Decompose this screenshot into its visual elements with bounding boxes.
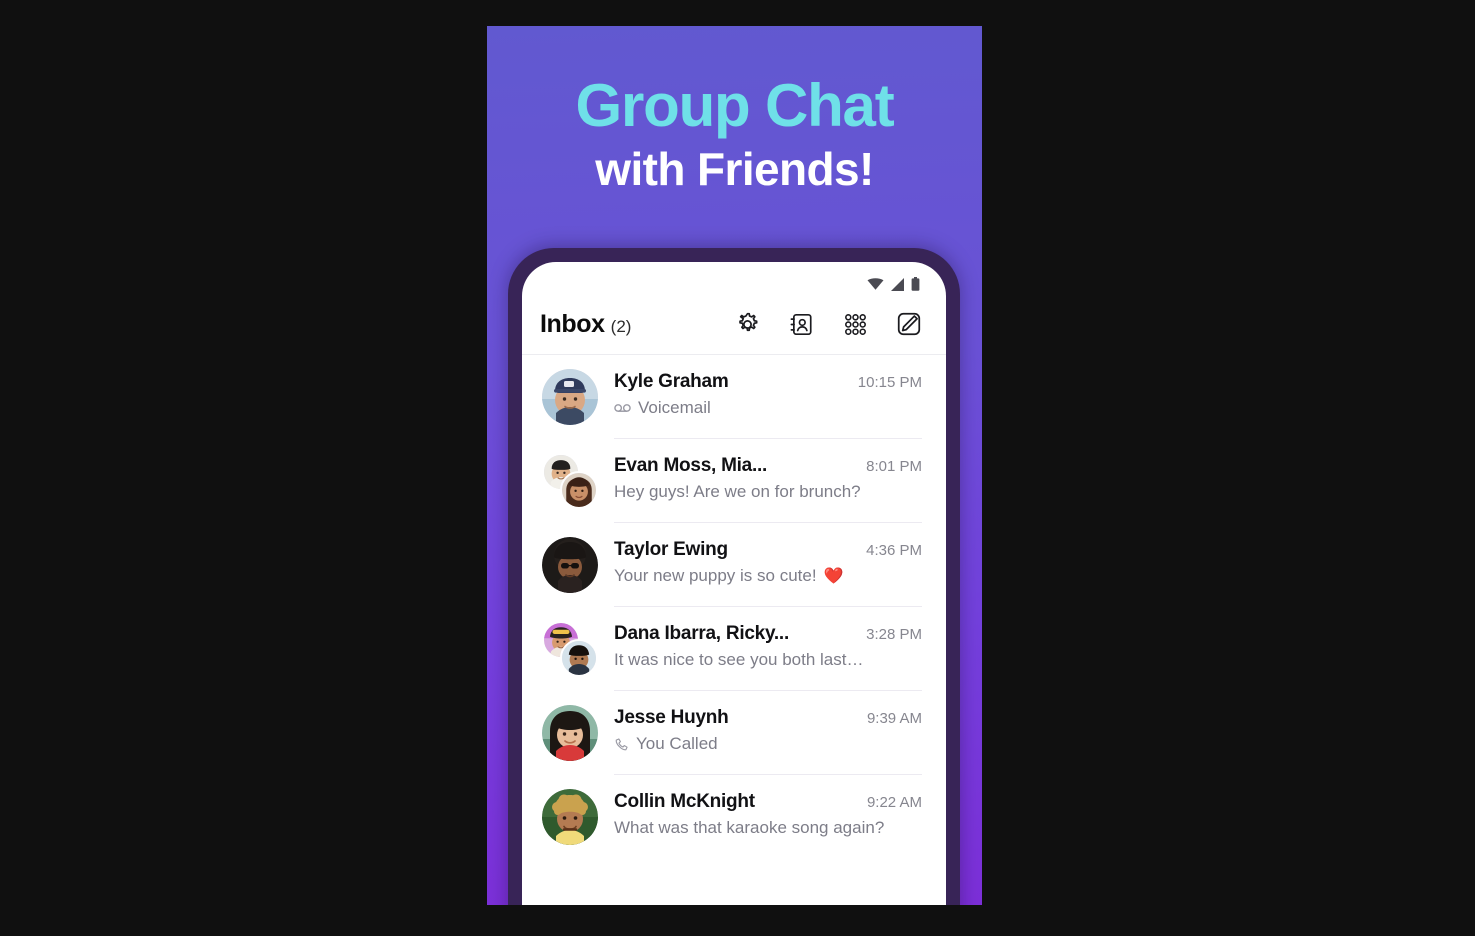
avatar	[542, 621, 598, 677]
contact-name: Collin McKnight	[614, 791, 755, 812]
contacts-icon[interactable]	[786, 309, 816, 339]
header-actions	[732, 309, 924, 339]
list-item-header: Taylor Ewing 4:36 PM	[614, 539, 922, 561]
contact-name: Jesse Huynh	[614, 707, 729, 728]
phone-screen: Inbox (2) Kyle Graham 10:15 PM Voicemail…	[522, 262, 946, 905]
timestamp: 3:28 PM	[866, 626, 922, 643]
message-preview: Voicemail	[614, 398, 922, 418]
list-item[interactable]: Collin McKnight 9:22 AM What was that ka…	[522, 775, 946, 859]
contact-name: Evan Moss, Mia...	[614, 455, 768, 476]
avatar	[542, 453, 598, 509]
settings-icon[interactable]	[732, 309, 762, 339]
list-item-body: Jesse Huynh 9:39 AM You Called	[614, 705, 922, 754]
list-item-body: Collin McKnight 9:22 AM What was that ka…	[614, 789, 922, 838]
app-header: Inbox (2)	[522, 296, 946, 352]
list-item-header: Collin McKnight 9:22 AM	[614, 791, 922, 813]
heart-emoji: ❤️	[823, 568, 844, 585]
avatar	[542, 705, 598, 761]
list-item-header: Dana Ibarra, Ricky... 3:28 PM	[614, 623, 922, 645]
list-item[interactable]: Evan Moss, Mia... 8:01 PM Hey guys! Are …	[522, 439, 946, 523]
avatar	[542, 789, 598, 845]
cellular-signal-icon	[890, 277, 905, 291]
wifi-icon	[867, 277, 884, 291]
timestamp: 10:15 PM	[857, 374, 922, 391]
page-title-text: Inbox	[540, 309, 605, 338]
timestamp: 9:22 AM	[866, 794, 922, 811]
list-item-header: Kyle Graham 10:15 PM	[614, 371, 922, 393]
avatar-image	[560, 639, 598, 677]
conversation-list: Kyle Graham 10:15 PM Voicemail Evan Moss…	[522, 355, 946, 859]
avatar	[542, 537, 598, 593]
message-preview-text: Voicemail	[638, 398, 711, 417]
headline-primary: Group Chat	[575, 72, 895, 139]
contact-name: Dana Ibarra, Ricky...	[614, 623, 789, 644]
battery-icon	[911, 277, 920, 291]
list-item[interactable]: Kyle Graham 10:15 PM Voicemail	[522, 355, 946, 439]
message-preview: Your new puppy is so cute! ❤️	[614, 566, 922, 586]
list-item-header: Jesse Huynh 9:39 AM	[614, 707, 922, 729]
avatar-image	[542, 369, 598, 425]
contact-name: Kyle Graham	[614, 371, 729, 392]
contact-name: Taylor Ewing	[614, 539, 728, 560]
timestamp: 4:36 PM	[866, 542, 922, 559]
list-item-body: Taylor Ewing 4:36 PM Your new puppy is s…	[614, 537, 922, 586]
message-preview-text: You Called	[636, 734, 718, 753]
message-preview: Hey guys! Are we on for brunch?	[614, 482, 922, 502]
status-bar	[522, 262, 946, 296]
list-item[interactable]: Dana Ibarra, Ricky... 3:28 PM It was nic…	[522, 607, 946, 691]
avatar-image	[542, 537, 598, 593]
screenshot-root: Group Chat with Friends! Inbox (2) Kyle …	[0, 0, 1475, 936]
message-preview-text: Hey guys! Are we on for brunch?	[614, 482, 861, 501]
message-preview: What was that karaoke song again?	[614, 818, 922, 838]
promo-headline: Group Chat with Friends!	[487, 74, 982, 194]
promo-panel: Group Chat with Friends! Inbox (2) Kyle …	[487, 26, 982, 905]
timestamp: 8:01 PM	[866, 458, 922, 475]
compose-icon[interactable]	[894, 309, 924, 339]
avatar-image	[542, 705, 598, 761]
message-preview-text: What was that karaoke song again?	[614, 818, 885, 837]
message-preview: You Called	[614, 734, 922, 754]
list-item-body: Dana Ibarra, Ricky... 3:28 PM It was nic…	[614, 621, 922, 670]
dialpad-icon[interactable]	[840, 309, 870, 339]
page-title: Inbox (2)	[540, 310, 631, 339]
avatar-image	[542, 789, 598, 845]
timestamp: 9:39 AM	[866, 710, 922, 727]
message-preview-text: It was nice to see you both last…	[614, 650, 864, 669]
unread-count-badge: (2)	[610, 316, 632, 336]
list-item-body: Kyle Graham 10:15 PM Voicemail	[614, 369, 922, 418]
message-preview-text: Your new puppy is so cute!	[614, 566, 817, 585]
voicemail-icon	[614, 403, 631, 413]
message-preview: It was nice to see you both last…	[614, 650, 922, 670]
phone-icon	[614, 737, 629, 752]
avatar-image	[560, 471, 598, 509]
list-item[interactable]: Taylor Ewing 4:36 PM Your new puppy is s…	[522, 523, 946, 607]
headline-secondary: with Friends!	[595, 142, 874, 195]
avatar	[542, 369, 598, 425]
phone-device: Inbox (2) Kyle Graham 10:15 PM Voicemail…	[508, 248, 960, 905]
list-item-header: Evan Moss, Mia... 8:01 PM	[614, 455, 922, 477]
list-item[interactable]: Jesse Huynh 9:39 AM You Called	[522, 691, 946, 775]
list-item-body: Evan Moss, Mia... 8:01 PM Hey guys! Are …	[614, 453, 922, 502]
